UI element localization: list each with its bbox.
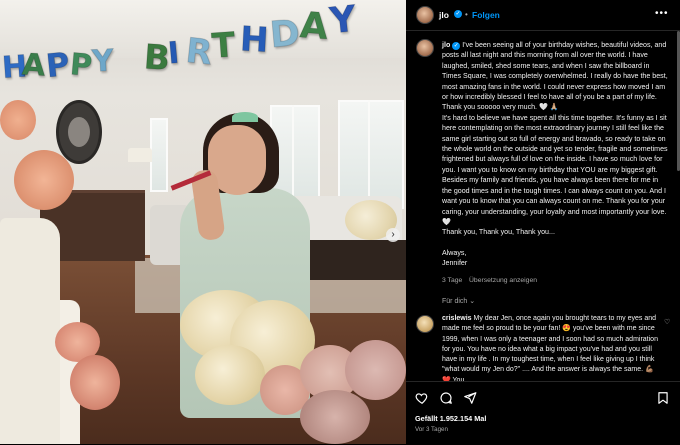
commenter-avatar[interactable] [416,315,434,333]
banner-letter: Y [91,43,116,80]
author-username[interactable]: jlo [439,10,449,20]
comment-item: crislewis My dear Jen, once again you br… [442,314,658,381]
chevron-right-icon[interactable]: › [386,228,400,242]
window-mullion [292,105,294,200]
banner-letter: P [44,44,72,86]
window-mullion [368,100,370,205]
author-avatar[interactable] [416,6,434,24]
banner-letter: A [21,47,47,84]
post-actions: Gefällt 1.952.154 Mal Vor 3 Tagen [406,381,680,445]
banner-letter: I [166,35,181,72]
hydrangea-bouquet [195,345,265,405]
post-header: jlo ✓ • Folgen ••• [406,0,680,31]
follow-button[interactable]: Folgen [472,10,500,20]
post-age: 3 Tage [442,277,463,284]
caption-paragraph-2: It's hard to believe we have spent all t… [442,113,668,226]
bookmark-icon[interactable] [656,391,670,405]
caption-username[interactable]: jlo [442,41,450,49]
coffee-table [310,240,406,280]
caption-signoff-2: Jennifer [442,259,468,268]
commenter-username[interactable]: crislewis [442,315,472,322]
tiara [232,112,258,122]
birthday-cake [0,218,60,444]
heart-icon[interactable] [415,391,429,405]
send-icon[interactable] [463,391,477,405]
happy-birthday-banner: HAPPYBIRTHDAY [0,0,406,110]
post-photo[interactable]: HAPPYBIRTHDAY › [0,0,406,444]
verified-icon: ✓ [454,10,462,18]
like-count[interactable]: Gefällt 1.952.154 Mal [415,414,486,423]
caption-paragraph-3: Thank you, Thank you, Thank you... [442,228,555,237]
banner-letter: A [298,5,330,49]
banner-letter: H [238,19,270,61]
rose [14,150,74,210]
photo-window [150,118,168,192]
more-options-icon[interactable]: ••• [655,8,669,19]
lamp [128,148,152,162]
separator: • [465,10,468,19]
for-you-label[interactable]: Für dich ⌄ [442,297,475,305]
comment-like-icon[interactable]: ♡ [664,318,670,326]
banner-letter: T [210,25,237,68]
post-timestamp: Vor 3 Tagen [415,426,448,433]
author-avatar[interactable] [416,39,434,57]
post-caption: jlo ✓ I've been seeing all of your birth… [442,40,668,269]
comments-scroll-area[interactable]: jlo ✓ I've been seeing all of your birth… [406,31,680,381]
comment-icon[interactable] [439,391,453,405]
rose [300,390,370,444]
caption-signoff-1: Always, [442,248,467,257]
post-side-panel: jlo ✓ • Folgen ••• jlo ✓ I've been seein… [406,0,680,444]
see-translation-link[interactable]: Übersetzung anzeigen [469,277,537,284]
photo-window [338,100,404,209]
instagram-post-view: HAPPYBIRTHDAY › jlo ✓ • Folgen ••• jlo ✓… [0,0,680,444]
rose [345,340,406,400]
banner-letter: D [268,12,302,57]
rose [70,355,120,410]
comment-text: My dear Jen, once again you brought tear… [442,315,658,381]
banner-letter: P [68,47,94,85]
caption-paragraph-1: I've been seeing all of your birthday wi… [442,41,668,112]
verified-icon: ✓ [452,42,461,50]
banner-letter: R [183,30,215,74]
banner-letter: Y [327,0,359,43]
